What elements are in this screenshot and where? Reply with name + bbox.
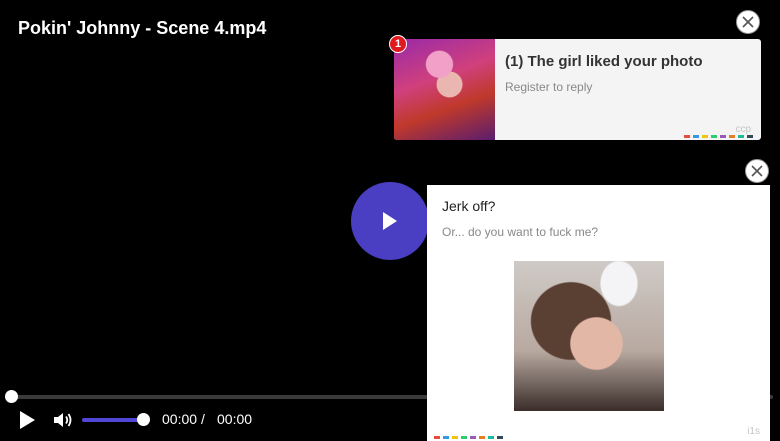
notification-ad[interactable]: (1) The girl liked your photo Register t… bbox=[394, 39, 761, 140]
color-strip-segment bbox=[488, 436, 494, 439]
time-separator: / bbox=[201, 411, 205, 427]
play-icon bbox=[383, 212, 397, 230]
notification-ad-image[interactable] bbox=[394, 39, 495, 140]
notification-ad-title[interactable]: (1) The girl liked your photo bbox=[505, 53, 703, 70]
notification-ad-close-button[interactable] bbox=[736, 10, 760, 34]
play-button[interactable] bbox=[16, 409, 38, 431]
close-icon bbox=[742, 16, 754, 28]
play-icon bbox=[20, 411, 35, 429]
color-strip-segment bbox=[702, 135, 708, 138]
color-strip-segment bbox=[470, 436, 476, 439]
side-ad-close-button[interactable] bbox=[745, 159, 769, 183]
color-strip-segment bbox=[738, 135, 744, 138]
notification-badge: 1 bbox=[389, 35, 407, 53]
notification-ad-subtitle[interactable]: Register to reply bbox=[505, 80, 592, 94]
color-strip-segment bbox=[479, 436, 485, 439]
big-play-button[interactable] bbox=[351, 182, 429, 260]
duration: 00:00 bbox=[217, 411, 253, 427]
color-strip-segment bbox=[497, 436, 503, 439]
color-strip-segment bbox=[747, 135, 753, 138]
current-time: 00:00 bbox=[162, 411, 198, 427]
color-strip-segment bbox=[461, 436, 467, 439]
side-ad[interactable]: Jerk off? Or... do you want to fuck me? … bbox=[427, 185, 770, 441]
color-strip-segment bbox=[711, 135, 717, 138]
video-title: Pokin' Johnny - Scene 4.mp4 bbox=[18, 18, 267, 38]
side-ad-title[interactable]: Jerk off? bbox=[442, 198, 495, 214]
side-ad-color-strip bbox=[434, 436, 503, 439]
mute-button[interactable] bbox=[51, 409, 73, 431]
color-strip-segment bbox=[729, 135, 735, 138]
color-strip-segment bbox=[452, 436, 458, 439]
notification-ad-tag: ccp bbox=[735, 124, 751, 135]
side-ad-tag: i1s bbox=[747, 426, 760, 437]
color-strip-segment bbox=[720, 135, 726, 138]
volume-handle[interactable] bbox=[137, 413, 150, 426]
close-icon bbox=[751, 165, 763, 177]
color-strip-segment bbox=[443, 436, 449, 439]
volume-slider[interactable] bbox=[82, 418, 144, 422]
color-strip-segment bbox=[693, 135, 699, 138]
seek-handle[interactable] bbox=[5, 390, 18, 403]
notification-ad-color-strip bbox=[684, 135, 753, 138]
color-strip-segment bbox=[684, 135, 690, 138]
side-ad-subtitle[interactable]: Or... do you want to fuck me? bbox=[442, 225, 598, 239]
side-ad-image[interactable] bbox=[514, 261, 664, 411]
volume-icon bbox=[54, 413, 72, 427]
color-strip-segment bbox=[434, 436, 440, 439]
